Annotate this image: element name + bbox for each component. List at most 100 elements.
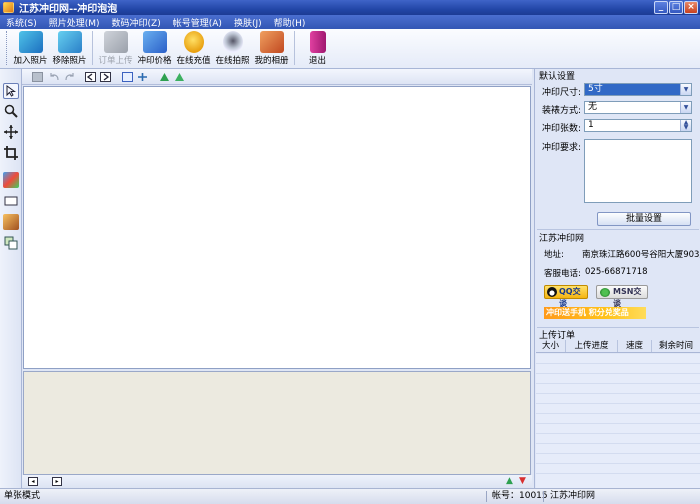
remove-photo-button[interactable]: 移除照片 (50, 31, 89, 67)
next-photo-icon[interactable] (100, 72, 111, 82)
zoom-icon[interactable] (3, 103, 19, 119)
column-progress[interactable]: 上传进度 (566, 340, 618, 352)
print-price-button[interactable]: 冲印价格 (135, 31, 174, 67)
remove-photo-label: 移除照片 (52, 56, 87, 66)
recharge-label: 在线充值 (176, 56, 211, 66)
print-count-stepper[interactable]: 1 ▲ ▼ (584, 119, 692, 132)
upload-table-header: 大小 上传进度 速度 剩余时间 (536, 340, 700, 353)
move-down-icon[interactable]: ▼ (519, 476, 529, 486)
exit-button[interactable]: 退出 (298, 31, 337, 67)
print-requirement-label: 冲印要求: (542, 143, 582, 153)
thumbnail-strip[interactable] (23, 371, 531, 475)
qq-chat-button[interactable]: QQ交谈 (544, 285, 588, 308)
menu-system[interactable]: 系统(S) (0, 16, 43, 29)
window-controls: _ □ × (654, 1, 698, 14)
menu-bar: 系统(S) 照片处理(M) 数码冲印(Z) 帐号管理(A) 换肤(J) 帮助(H… (0, 15, 700, 29)
column-remaining-time[interactable]: 剩余时间 (652, 340, 700, 352)
print-size-select[interactable]: 5寸 ▼ (584, 83, 692, 96)
address-value: 南京珠江路600号谷阳大厦903座 (582, 250, 700, 260)
mode-status: 单张模式 (4, 491, 41, 501)
settings-panel: 默认设置 冲印尺寸: 5寸 ▼ 装裱方式: 无 ▼ 冲印张数: 1 ▲ ▼ 冲印要… (534, 69, 700, 488)
toolbar-separator (92, 31, 93, 65)
phone-label: 客服电话: (544, 269, 581, 279)
photo-canvas[interactable] (23, 86, 531, 369)
column-size[interactable]: 大小 (536, 340, 566, 352)
rotate-right-icon[interactable] (174, 72, 185, 82)
column-speed[interactable]: 速度 (618, 340, 652, 352)
album-icon (259, 31, 284, 53)
menu-photo-process[interactable]: 照片处理(M) (43, 16, 106, 29)
color-adjust-icon[interactable] (3, 172, 19, 188)
print-count-value: 1 (588, 120, 594, 130)
effect-icon[interactable] (3, 214, 19, 230)
qq-penguin-icon (547, 287, 557, 297)
frame-icon[interactable] (3, 193, 19, 209)
crop-icon[interactable] (3, 145, 19, 161)
move-icon[interactable] (3, 124, 19, 140)
undo-icon[interactable] (49, 72, 60, 82)
batch-settings-button[interactable]: 批量设置 (597, 212, 691, 226)
minimize-button[interactable]: _ (654, 1, 668, 14)
print-requirement-input[interactable] (584, 139, 692, 203)
default-settings-title: 默认设置 (539, 72, 576, 82)
divider (537, 229, 699, 230)
menu-digital-print[interactable]: 数码冲印(Z) (106, 16, 167, 29)
binding-value: 无 (588, 102, 598, 112)
address-label: 地址: (544, 250, 564, 260)
qq-chat-label: QQ交谈 (559, 287, 581, 308)
scroll-right-icon[interactable]: ▸ (52, 477, 62, 486)
menu-skin[interactable]: 换肤(J) (228, 16, 268, 29)
add-photo-icon (18, 31, 43, 53)
window-title: 江苏冲印网--冲印泡泡 (19, 4, 118, 15)
close-button[interactable]: × (684, 1, 698, 14)
print-count-label: 冲印张数: (542, 124, 582, 134)
status-separator (486, 491, 487, 502)
phone-value: 025-66871718 (585, 267, 648, 277)
msn-chat-label: MSN交谈 (613, 287, 642, 308)
add-photo-label: 加入照片 (13, 56, 48, 66)
pointer-icon[interactable] (3, 83, 19, 99)
toolbar-grip (6, 31, 9, 65)
redo-icon[interactable] (64, 72, 75, 82)
msn-chat-button[interactable]: MSN交谈 (596, 285, 648, 308)
upload-order-label: 订单上传 (98, 56, 133, 66)
thumbnail-controls: ◂ ▸ ▲ ▼ (22, 475, 532, 488)
print-size-label: 冲印尺寸: (542, 88, 582, 98)
menu-account[interactable]: 帐号管理(A) (167, 16, 228, 29)
main-toolbar: 加入照片 移除照片 订单上传 冲印价格 在线充值 在线拍照 我的相册 退出 (0, 29, 700, 69)
recharge-button[interactable]: 在线充值 (174, 31, 213, 67)
toolbar-separator (294, 31, 295, 65)
print-price-label: 冲印价格 (137, 56, 172, 66)
print-size-value: 5寸 (588, 84, 603, 94)
rotate-left-icon[interactable] (159, 72, 170, 82)
chevron-down-icon[interactable]: ▼ (680, 84, 691, 95)
binding-select[interactable]: 无 ▼ (584, 101, 692, 114)
menu-help[interactable]: 帮助(H) (268, 16, 312, 29)
my-album-button[interactable]: 我的相册 (252, 31, 291, 67)
upload-order-icon (103, 31, 128, 53)
save-icon[interactable] (32, 72, 43, 82)
move-up-icon[interactable]: ▲ (506, 476, 516, 486)
title-bar: 江苏冲印网--冲印泡泡 _ □ × (0, 0, 700, 15)
promo-banner[interactable]: 冲印送手机 积分兑奖品 (544, 307, 646, 319)
online-shoot-button[interactable]: 在线拍照 (213, 31, 252, 67)
account-status: 帐号：10015 (492, 491, 548, 501)
copy-layout-icon[interactable] (3, 235, 19, 251)
company-status: 江苏冲印网 (550, 491, 596, 501)
actual-size-icon[interactable] (137, 72, 148, 82)
upload-order-button[interactable]: 订单上传 (96, 31, 135, 67)
chevron-down-icon[interactable]: ▼ (680, 102, 691, 113)
my-album-label: 我的相册 (254, 56, 289, 66)
maximize-button[interactable]: □ (669, 1, 683, 14)
status-bar: 单张模式 帐号：10015 江苏冲印网 (0, 488, 700, 504)
binding-label: 装裱方式: (542, 106, 582, 116)
prev-photo-icon[interactable] (85, 72, 96, 82)
scroll-left-icon[interactable]: ◂ (28, 477, 38, 486)
online-shoot-label: 在线拍照 (215, 56, 250, 66)
webcam-icon (222, 31, 243, 53)
spinner-icon[interactable]: ▲ ▼ (680, 120, 691, 131)
upload-table-body[interactable] (536, 354, 700, 488)
add-photo-button[interactable]: 加入照片 (11, 31, 50, 67)
status-separator (543, 491, 544, 502)
fit-window-icon[interactable] (122, 72, 133, 82)
